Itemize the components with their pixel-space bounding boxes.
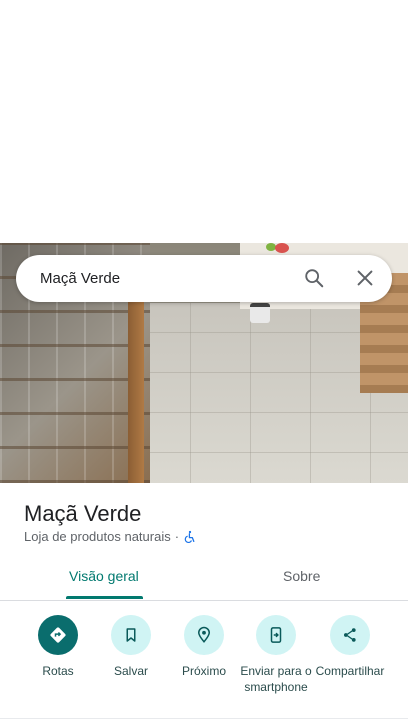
nearby-label: Próximo	[181, 664, 226, 678]
wheelchair-icon	[183, 530, 197, 544]
nearby-button[interactable]: Próximo	[164, 612, 244, 679]
directions-icon	[38, 615, 78, 655]
directions-button[interactable]: Rotas	[18, 612, 98, 679]
save-button[interactable]: Salvar	[91, 612, 171, 679]
search-icon[interactable]	[303, 267, 325, 289]
send-to-phone-icon	[256, 615, 296, 655]
bookmark-icon	[111, 615, 151, 655]
search-bar[interactable]: Maçã Verde	[16, 255, 392, 302]
search-input[interactable]: Maçã Verde	[40, 270, 120, 287]
action-bar: Rotas Salvar Próximo Enviar para o smart…	[0, 612, 408, 712]
directions-label: Rotas	[42, 664, 74, 678]
save-label: Salvar	[113, 664, 148, 678]
send-to-phone-label: Enviar para o smartphone	[240, 664, 312, 694]
place-category[interactable]: Loja de produtos naturais	[24, 529, 171, 544]
place-tabs: Visão geral Sobre	[0, 556, 408, 601]
send-to-phone-button[interactable]: Enviar para o smartphone	[236, 612, 316, 695]
tab-about[interactable]: Sobre	[283, 568, 320, 584]
tab-overview[interactable]: Visão geral	[69, 568, 139, 584]
photo-logo-apple	[275, 243, 289, 253]
share-label: Compartilhar	[315, 664, 385, 678]
close-icon[interactable]	[354, 267, 376, 289]
place-title: Maçã Verde	[24, 501, 142, 526]
bottom-divider	[0, 718, 408, 719]
separator-dot: ·	[174, 529, 180, 544]
share-icon	[330, 615, 370, 655]
active-tab-indicator	[66, 596, 143, 599]
place-subtitle: Loja de produtos naturais ·	[24, 529, 197, 544]
share-button[interactable]: Compartilhar	[310, 612, 390, 679]
photo-bin	[250, 303, 270, 323]
nearby-icon	[184, 615, 224, 655]
photo-shelf-edge	[128, 293, 144, 483]
